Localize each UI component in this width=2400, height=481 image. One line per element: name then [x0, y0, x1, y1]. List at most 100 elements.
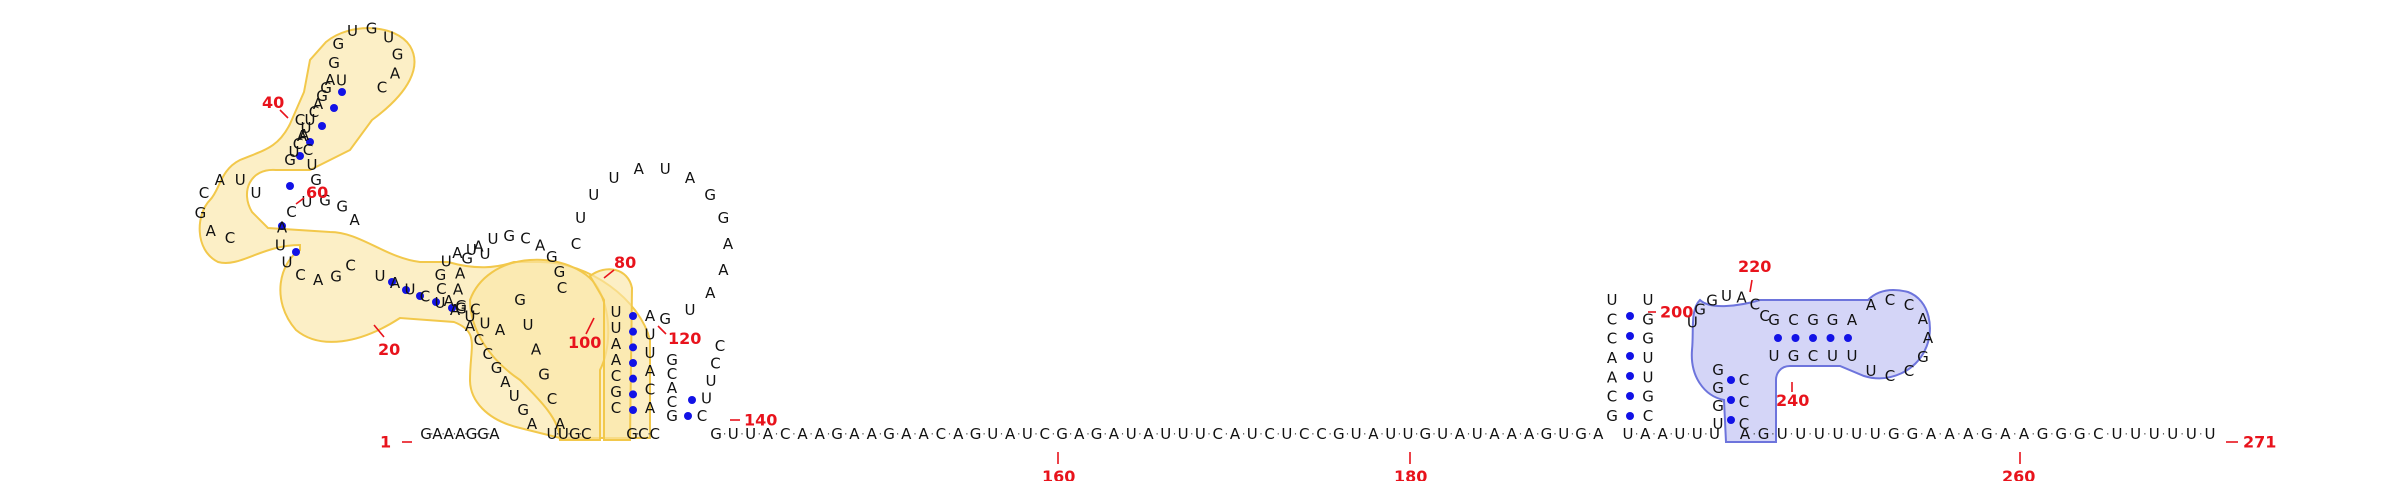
base-pair	[629, 406, 637, 414]
nucleotide: A	[1524, 425, 1535, 443]
base-pair	[688, 396, 696, 404]
nucleotide: C	[1316, 425, 1326, 443]
base-pair	[684, 412, 692, 420]
tick-220	[1749, 279, 1753, 293]
backbone-link: ·	[1225, 428, 1229, 441]
nucleotide: A	[1640, 425, 1651, 443]
nucleotide: G	[2055, 425, 2067, 443]
backbone-link: ·	[1432, 428, 1436, 441]
nucleotide: G	[1333, 425, 1345, 443]
nucleotide: C	[645, 381, 655, 399]
backbone-link: ·	[2143, 428, 2147, 441]
nucleotide: A	[215, 171, 226, 189]
backbone-link: ·	[1069, 428, 1073, 441]
rna-secondary-structure-diagram: G·A·A·A·G·G·A U·U·G·C G·C·C G · U · U · A · C · A · A · G…	[195, 19, 2277, 481]
nucleotide: U	[1623, 425, 1634, 443]
nucleotide: A	[1230, 425, 1241, 443]
base-pair	[629, 343, 637, 352]
backbone-link: ·	[1976, 428, 1980, 441]
nucleotide: G	[328, 54, 340, 72]
backbone-link: ·	[1311, 428, 1315, 441]
base-pair	[1626, 332, 1634, 340]
nucleotide: A	[705, 284, 716, 302]
nucleotide: G	[1091, 425, 1103, 443]
base-pair	[1791, 334, 1800, 342]
nucleotide: C	[1212, 425, 1222, 443]
base-pair	[1727, 376, 1735, 384]
nucleotide: A	[325, 71, 336, 89]
nucleotide: C	[1607, 330, 1617, 348]
backbone-link: ·	[1588, 428, 1592, 441]
base-pair	[330, 104, 338, 112]
label-140: 140	[744, 411, 777, 430]
nucleotide: G	[1419, 425, 1431, 443]
nucleotide: U	[488, 230, 499, 248]
nucleotide: G	[2074, 425, 2086, 443]
nucleotide: U	[1674, 425, 1685, 443]
nucleotide: C	[547, 390, 557, 408]
backbone-link: ·	[1670, 428, 1674, 441]
backbone-link: ·	[2013, 428, 2017, 441]
nucleotide: U	[1866, 362, 1877, 380]
nucleotide: A	[1923, 329, 1934, 347]
nucleotide: G	[332, 35, 344, 53]
nucleotide: U	[611, 303, 622, 321]
backbone-link: ·	[1104, 428, 1108, 441]
base-pair	[318, 122, 326, 130]
nucleotide: A	[901, 425, 912, 443]
backbone-link: ·	[1190, 428, 1194, 441]
base-pair	[629, 327, 637, 336]
backbone-link: ·	[1704, 428, 1708, 441]
nucleotide: A	[453, 281, 464, 299]
nucleotide: U	[235, 171, 246, 189]
backbone-link: ·	[1155, 428, 1159, 441]
nucleotide: U	[383, 28, 394, 46]
nucleotide: U	[1178, 425, 1189, 443]
nucleotide: C	[1739, 393, 1749, 411]
base-pair	[629, 374, 637, 383]
nucleotide: U	[987, 425, 998, 443]
nucleotide: G	[1888, 425, 1900, 443]
nucleotide: G	[1807, 311, 1819, 329]
nucleotide: G	[1606, 407, 1618, 425]
base-pair	[1626, 352, 1634, 360]
nucleotide: U	[701, 390, 712, 408]
nucleotide: C	[1904, 296, 1914, 314]
nucleotide: G	[1642, 310, 1654, 328]
backbone-link: ·	[2199, 428, 2203, 441]
nucleotide: U	[1403, 425, 1414, 443]
base-pair	[1826, 334, 1835, 342]
nucleotide: A	[685, 169, 696, 187]
nucleotide: G	[1642, 388, 1654, 406]
nucleotide: G	[970, 425, 982, 443]
nucleotide: U	[1692, 425, 1703, 443]
nucleotide: A	[1657, 425, 1668, 443]
nucleotide: C	[571, 235, 581, 253]
nucleotide: A	[1455, 425, 1466, 443]
nucleotide: G	[1541, 425, 1553, 443]
backbone-link: ·	[1920, 428, 1924, 441]
nucleotide: A	[645, 307, 656, 325]
label-200: 200	[1660, 303, 1693, 322]
base-pair	[1626, 412, 1634, 420]
nucleotide: G	[666, 351, 678, 369]
backbone-link: ·	[1484, 428, 1488, 441]
backbone-link: ·	[1864, 428, 1868, 441]
nucleotide: G	[1758, 425, 1770, 443]
nucleotide: U	[575, 209, 586, 227]
nucleotide: U	[706, 372, 717, 390]
backbone-link: ·	[1808, 428, 1812, 441]
nucleotide: G	[704, 186, 716, 204]
backbone-link: ·	[1687, 428, 1691, 441]
nucleotide: A	[1109, 425, 1120, 443]
backbone-link: ·	[1771, 428, 1775, 441]
nucleotide: U	[435, 294, 446, 312]
backbone-link: ·	[1173, 428, 1177, 441]
highlight-domain-yellow	[198, 27, 651, 441]
base-pair	[629, 312, 637, 320]
nucleotide: U	[2149, 425, 2160, 443]
nucleotide: U	[2205, 425, 2216, 443]
base-pair	[629, 359, 637, 367]
backbone-link: ·	[1034, 428, 1038, 441]
backbone-link: ·	[1328, 428, 1332, 441]
